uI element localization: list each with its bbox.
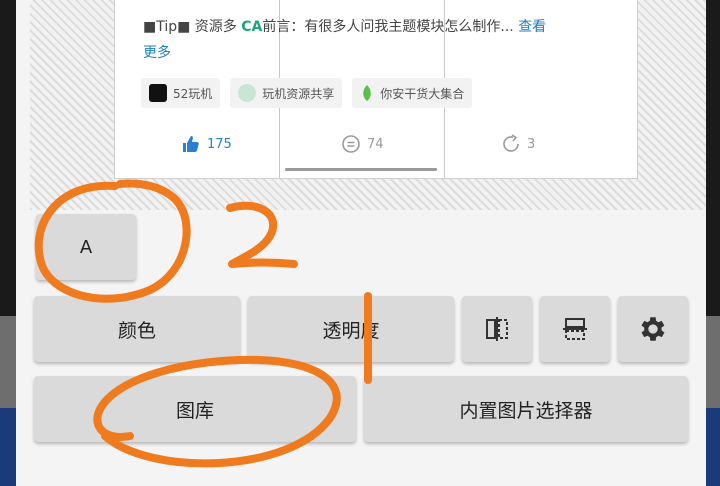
post-body: 前言：有很多人问我主题模块怎么制作... xyxy=(262,19,514,35)
comment-button[interactable]: 74 xyxy=(341,124,384,164)
builtin-picker-label: 内置图片选择器 xyxy=(459,399,593,422)
comment-count: 74 xyxy=(367,136,384,152)
post-stats: 175 74 3 xyxy=(115,124,637,164)
tag-label: 玩机资源共享 xyxy=(262,86,335,101)
active-tab-indicator xyxy=(285,168,437,171)
tag-label: 52玩机 xyxy=(173,86,213,101)
share-icon xyxy=(503,134,519,152)
text-style-button[interactable]: A xyxy=(36,214,136,280)
site-logo-icon xyxy=(149,84,167,102)
read-more-link[interactable]: 查看 xyxy=(518,19,546,35)
settings-button[interactable] xyxy=(618,296,688,362)
comment-icon xyxy=(342,135,360,153)
post-excerpt: ■Tip■ 资源多 CA前言：有很多人问我主题模块怎么制作... 查看 更多 xyxy=(143,14,613,66)
color-button[interactable]: 颜色 xyxy=(34,296,240,362)
tag-item[interactable]: 玩机资源共享 xyxy=(230,78,343,108)
flip-horizontal-icon xyxy=(486,317,508,341)
editor-panel: ■Tip■ 资源多 CA前言：有很多人问我主题模块怎么制作... 查看 更多 5… xyxy=(16,0,706,486)
community-icon xyxy=(238,84,257,102)
post-prefix: ■Tip■ 资源多 xyxy=(143,19,237,35)
right-edge-band xyxy=(706,316,720,408)
flip-vertical-icon xyxy=(563,318,587,340)
color-label: 颜色 xyxy=(117,319,156,342)
gear-icon xyxy=(641,317,665,341)
share-button[interactable]: 3 xyxy=(501,124,535,164)
like-count: 175 xyxy=(207,136,232,152)
builtin-image-picker-button[interactable]: 内置图片选择器 xyxy=(364,376,688,442)
thumbs-up-icon xyxy=(183,136,199,152)
tag-label: 你安干货大集合 xyxy=(380,86,465,101)
left-edge-band xyxy=(0,316,16,408)
text-style-label: A xyxy=(79,236,93,258)
tag-item[interactable]: 52玩机 xyxy=(141,78,221,108)
preview-area: ■Tip■ 资源多 CA前言：有很多人问我主题模块怎么制作... 查看 更多 5… xyxy=(30,0,706,210)
share-count: 3 xyxy=(527,136,536,152)
gallery-button[interactable]: 图库 xyxy=(34,376,356,442)
like-button[interactable]: 175 xyxy=(181,124,232,164)
tag-item[interactable]: 你安干货大集合 xyxy=(352,78,473,108)
tag-list: 52玩机 玩机资源共享 你安干货大集合 xyxy=(141,78,473,108)
left-edge-blue xyxy=(0,408,16,486)
gallery-label: 图库 xyxy=(175,399,214,422)
opacity-label: 透明度 xyxy=(322,319,380,342)
flip-vertical-button[interactable] xyxy=(540,296,610,362)
post-card[interactable]: ■Tip■ 资源多 CA前言：有很多人问我主题模块怎么制作... 查看 更多 5… xyxy=(114,0,638,179)
leaf-icon xyxy=(363,85,372,101)
read-more-link-cont[interactable]: 更多 xyxy=(143,45,171,61)
opacity-button[interactable]: 透明度 xyxy=(248,296,454,362)
right-edge-blue xyxy=(706,408,720,486)
flip-horizontal-button[interactable] xyxy=(462,296,532,362)
brand-logo-icon: CA xyxy=(241,19,263,35)
